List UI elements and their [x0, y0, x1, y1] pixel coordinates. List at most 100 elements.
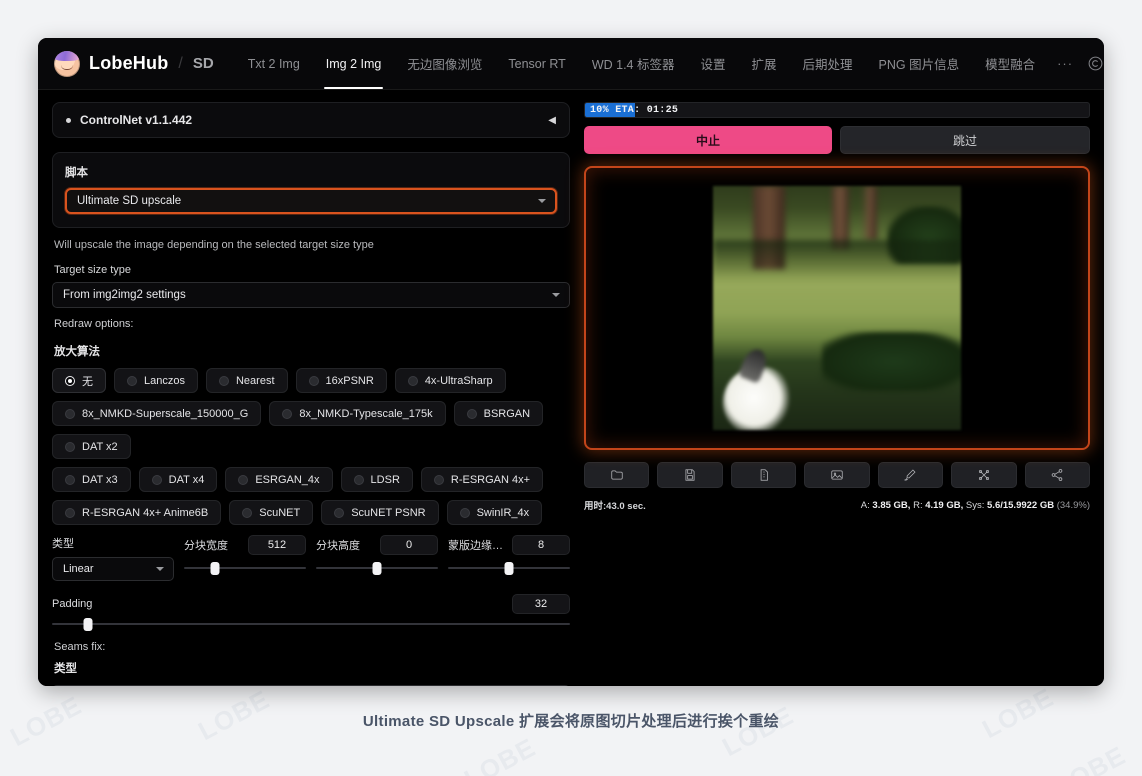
tab-wd-tagger[interactable]: WD 1.4 标签器 — [580, 38, 687, 89]
padding-head: Padding 32 — [52, 594, 570, 614]
brand[interactable]: LobeHub / SD — [54, 50, 214, 77]
tab-infinite-image-browsing[interactable]: 无边图像浏览 — [395, 38, 494, 89]
open-folder-button[interactable] — [584, 462, 650, 488]
upscaler-option-none[interactable]: 无 — [52, 368, 106, 393]
redraw-type-label: 类型 — [52, 538, 74, 550]
radio-icon — [65, 375, 75, 386]
upscaler-option-label: DAT x4 — [168, 473, 205, 486]
upscaler-option-dat-x4[interactable]: DAT x4 — [138, 467, 218, 492]
memory-a-key: A: — [860, 499, 870, 511]
image-icon — [831, 470, 843, 480]
copyright-icon[interactable] — [1087, 55, 1104, 72]
status-bar: 用时:43.0 sec. A: 3.85 GB, R: 4.19 GB, Sys… — [584, 498, 1090, 513]
target-size-label: Target size type — [54, 264, 132, 276]
save-zip-button[interactable] — [730, 462, 797, 488]
upscaler-option-label: Nearest — [235, 374, 275, 387]
redraw-type-select[interactable]: Linear — [52, 557, 174, 581]
radio-icon — [238, 474, 249, 485]
more-tabs-button[interactable]: ··· — [1049, 56, 1081, 71]
upscaler-option-r-esrgan-anime6b[interactable]: R-ESRGAN 4x+ Anime6B — [52, 500, 222, 525]
upscaler-option-bsrgan[interactable]: BSRGAN — [453, 401, 544, 426]
tile-width-slider[interactable] — [184, 561, 306, 575]
radio-icon — [433, 474, 444, 485]
mask-blur-value[interactable]: 8 — [512, 535, 570, 555]
radio-icon — [151, 474, 162, 485]
chevron-down-icon — [156, 567, 164, 571]
upscaler-option-esrgan-4x[interactable]: ESRGAN_4x — [225, 467, 333, 492]
upscaler-option-nearest[interactable]: Nearest — [205, 368, 288, 393]
seams-fix-type-select[interactable]: None — [52, 685, 570, 686]
upscaler-option-scunet-psnr[interactable]: ScuNET PSNR — [321, 500, 439, 525]
tab-tensor-rt[interactable]: Tensor RT — [496, 38, 577, 89]
padding-slider[interactable] — [52, 617, 570, 631]
controlnet-header: ControlNet v1.1.442 — [66, 113, 192, 127]
tab-img2img[interactable]: Img 2 Img — [314, 38, 394, 89]
send-to-inpaint-button[interactable] — [877, 462, 944, 488]
tab-png-info[interactable]: PNG 图片信息 — [867, 38, 972, 89]
radio-icon — [459, 507, 470, 518]
upscaler-option-label: BSRGAN — [483, 407, 531, 420]
chevron-down-icon — [552, 293, 560, 297]
upscaler-option-16xpsnr[interactable]: 16xPSNR — [295, 368, 387, 393]
send-to-img2img-button[interactable] — [804, 462, 870, 488]
radio-icon — [65, 441, 75, 452]
upscaler-option-8x-nmkd-superscale[interactable]: 8x_NMKD-Superscale_150000_G — [52, 401, 262, 426]
brush-icon — [904, 469, 916, 481]
redraw-type-field: 类型 Linear — [52, 535, 174, 581]
elapsed-time-value: 43.0 sec. — [606, 501, 646, 512]
generated-image-preview[interactable] — [584, 166, 1090, 450]
tile-width-value[interactable]: 512 — [248, 535, 306, 555]
page-caption: Ultimate SD Upscale 扩展会将原图切片处理后进行挨个重绘 — [362, 713, 780, 730]
caret-left-icon[interactable]: ◀ — [548, 115, 556, 126]
file-copy-icon — [760, 469, 768, 481]
tab-checkpoint-merger[interactable]: 模型融合 — [973, 38, 1047, 89]
upscaler-option-ldsr[interactable]: LDSR — [340, 467, 413, 492]
save-button[interactable] — [657, 462, 723, 488]
tile-height-slider[interactable] — [316, 561, 438, 575]
progress-bar: 10% ETA: 01:25 — [584, 102, 1090, 118]
slider-knob[interactable] — [504, 562, 514, 575]
skip-button[interactable]: 跳过 — [840, 126, 1090, 154]
send-to-extras-button[interactable] — [951, 462, 1017, 488]
memory-r-value: 4.19 GB, — [925, 499, 964, 511]
upscaler-option-swinir-4x[interactable]: SwinIR_4x — [446, 500, 543, 525]
target-size-select[interactable]: From img2img2 settings — [52, 282, 570, 308]
generation-controls: 中止 跳过 — [584, 126, 1090, 154]
tile-params-row: 类型 Linear 分块宽度 512 分块高度 0 蒙版边缘… 8 — [52, 535, 570, 581]
avatar-icon — [54, 50, 80, 77]
share-button[interactable] — [1024, 462, 1090, 488]
watermark: LOBE — [1049, 739, 1131, 776]
slider-track — [52, 623, 570, 625]
script-select[interactable]: Ultimate SD upscale — [65, 188, 557, 214]
slider-knob[interactable] — [210, 562, 219, 575]
upscaler-option-scunet[interactable]: ScuNET — [229, 500, 314, 525]
mask-blur-field: 蒙版边缘… 8 — [448, 535, 570, 575]
upscaler-option-dat-x2[interactable]: DAT x2 — [52, 434, 131, 459]
watermark: LOBE — [459, 731, 541, 776]
tab-settings[interactable]: 设置 — [688, 38, 737, 89]
upscaler-option-dat-x3[interactable]: DAT x3 — [52, 467, 131, 492]
upscaler-option-4x-ultrasharp[interactable]: 4x-UltraSharp — [394, 368, 506, 393]
upscaler-option-8x-nmkd-typescale[interactable]: 8x_NMKD-Typescale_175k — [269, 401, 446, 426]
mask-blur-slider[interactable] — [448, 561, 570, 575]
padding-value[interactable]: 32 — [512, 594, 570, 614]
shadow-band — [713, 239, 961, 279]
tile-width-head: 分块宽度 512 — [184, 535, 306, 555]
upscaler-option-lanczos[interactable]: Lanczos — [114, 368, 198, 393]
upscaler-option-label: 8x_NMKD-Superscale_150000_G — [82, 407, 249, 420]
tab-extensions[interactable]: 扩展 — [739, 38, 788, 89]
slider-knob[interactable] — [83, 618, 93, 631]
tab-postprocess[interactable]: 后期处理 — [791, 38, 865, 89]
status-dot-icon — [66, 117, 71, 123]
tile-height-value[interactable]: 0 — [380, 535, 438, 555]
upscaler-row-3: DAT x3 DAT x4 ESRGAN_4x LDSR R-ESRGAN 4x… — [52, 467, 570, 492]
controlnet-accordion[interactable]: ControlNet v1.1.442 ◀ — [52, 102, 570, 138]
tile-width-field: 分块宽度 512 — [184, 535, 306, 575]
upscaler-option-label: SwinIR_4x — [476, 506, 530, 519]
stop-button[interactable]: 中止 — [584, 126, 832, 154]
radio-icon — [65, 408, 75, 419]
tab-txt2img[interactable]: Txt 2 Img — [236, 38, 312, 89]
slider-knob[interactable] — [372, 562, 382, 575]
preview-image — [713, 186, 961, 430]
upscaler-option-r-esrgan-4x-plus[interactable]: R-ESRGAN 4x+ — [420, 467, 544, 492]
